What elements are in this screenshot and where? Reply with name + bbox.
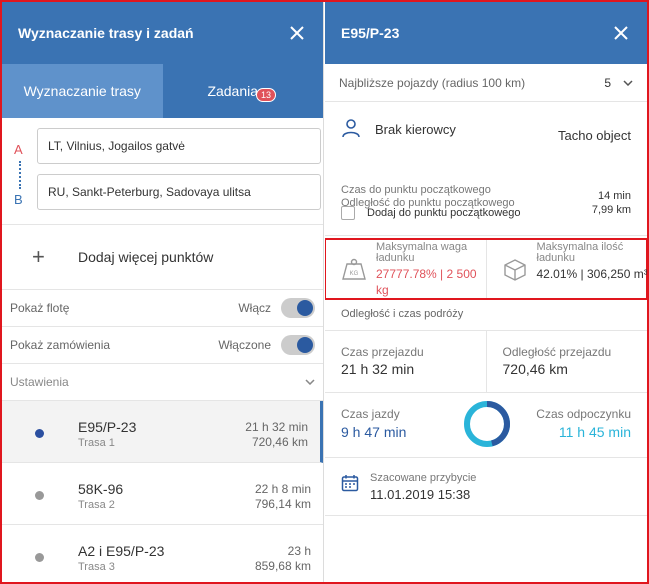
tab-label: Zadania [207, 83, 259, 99]
vehicle-time: 21 h 32 min [245, 420, 308, 434]
plus-icon: + [32, 244, 45, 269]
distance-to-start-value: 7,99 km [591, 204, 631, 216]
max-volume-cell: Maksymalna ilość ładunku 42.01% | 306,25… [487, 240, 647, 298]
arrival-label: Szacowane przybycie [370, 472, 477, 484]
time-to-start-value: 14 min [597, 190, 631, 202]
max-volume-label: Maksymalna ilość ładunku [536, 241, 624, 264]
show-fleet-label: Pokaż flotę [10, 301, 70, 315]
driving-rest-section: Czas jazdy 9 h 47 min Czas odpoczynku 11… [325, 393, 647, 458]
vehicle-dot-icon [35, 553, 44, 562]
calendar-icon [341, 475, 359, 492]
driving-time-value: 9 h 47 min [341, 424, 407, 440]
chevron-down-icon [305, 379, 315, 385]
travel-summary: Czas przejazdu 21 h 32 min Odległość prz… [325, 331, 647, 393]
add-to-start-label: Dodaj do punktu początkowego [367, 207, 521, 219]
settings-dropdown[interactable]: Ustawienia [2, 364, 323, 401]
driver-name: Brak kierowcy [375, 122, 456, 137]
vehicle-row[interactable]: A2 i E95/P-23 Trasa 3 23 h 859,68 km [2, 525, 323, 582]
route-points: A B LT, Vilnius, Jogailos gatvė RU, Sank… [2, 118, 323, 224]
svg-text:KG: KG [350, 271, 359, 277]
max-weight-cell: KG Maksymalna waga ładunku 27777.78% | 2… [326, 240, 487, 298]
travel-time-value: 21 h 32 min [341, 361, 415, 377]
rest-time-value: 11 h 45 min [558, 424, 631, 440]
vehicle-name: 58K-96 [78, 481, 124, 497]
max-volume-value: 42.01% | 306,250 m³ [536, 267, 648, 281]
show-fleet-row: Pokaż flotę Włącz [2, 290, 323, 327]
vehicle-details-title: E95/P-23 [341, 25, 400, 41]
vehicle-details-panel: E95/P-23 Najbliższe pojazdy (radius 100 … [325, 2, 647, 582]
vehicle-name: A2 i E95/P-23 [78, 543, 165, 559]
vehicle-row[interactable]: E95/P-23 Trasa 1 21 h 32 min 720,46 km [2, 401, 323, 463]
vehicle-distance: 796,14 km [254, 497, 311, 511]
point-b-marker: B [14, 192, 23, 207]
toggle-knob [297, 300, 313, 316]
show-orders-label: Pokaż zamówienia [10, 338, 111, 352]
rest-time-label: Czas odpoczynku [536, 407, 631, 421]
show-orders-toggle[interactable] [281, 335, 315, 355]
vehicle-dot-icon [35, 429, 44, 438]
arrival-section: Szacowane przybycie 11.01.2019 15:38 [325, 458, 647, 516]
chevron-down-icon [623, 79, 633, 86]
vehicle-time: 22 h 8 min [254, 482, 311, 496]
vehicle-dot-icon [35, 491, 44, 500]
nearest-vehicles-value: 5 [604, 75, 611, 90]
route-panel-title: Wyznaczanie trasy i zadań [18, 25, 194, 41]
tab-route-planning[interactable]: Wyznaczanie trasy [2, 64, 163, 118]
close-icon[interactable] [611, 23, 631, 43]
route-connector [19, 161, 21, 189]
driving-time-label: Czas jazdy [341, 407, 400, 421]
settings-label: Ustawienia [10, 375, 69, 389]
add-to-start-checkbox-row[interactable]: Dodaj do punktu początkowego [341, 206, 521, 220]
person-icon [342, 119, 360, 138]
travel-distance-label: Odległość przejazdu [502, 345, 612, 359]
capacity-section: KG Maksymalna waga ładunku 27777.78% | 2… [325, 238, 647, 300]
start-point-values: 14 min 7,99 km [592, 189, 631, 217]
route-panel-header: Wyznaczanie trasy i zadań [2, 2, 323, 64]
vehicle-distance: 859,68 km [254, 559, 311, 573]
max-weight-value: 27777.78% | 2 500 kg [376, 267, 477, 297]
vehicle-row[interactable]: 58K-96 Trasa 2 22 h 8 min 796,14 km [2, 463, 323, 525]
show-fleet-toggle[interactable] [281, 298, 315, 318]
toggle-knob [297, 337, 313, 353]
vehicle-route: Trasa 2 [78, 499, 115, 511]
travel-time-label: Czas przejazdu [341, 345, 424, 359]
box-icon [503, 259, 526, 281]
tabs: Wyznaczanie trasy Zadania 13 [2, 64, 323, 118]
show-fleet-state: Włącz [238, 301, 271, 315]
add-to-start-checkbox[interactable] [341, 206, 355, 220]
arrival-value: 11.01.2019 15:38 [370, 487, 471, 502]
route-panel: Wyznaczanie trasy i zadań Wyznaczanie tr… [2, 2, 324, 582]
tab-tasks[interactable]: Zadania 13 [163, 64, 324, 118]
point-a-input[interactable]: LT, Vilnius, Jogailos gatvė [37, 128, 321, 164]
vehicle-details-header: E95/P-23 [325, 2, 647, 64]
drive-rest-donut [464, 401, 510, 447]
travel-time-cell: Czas przejazdu 21 h 32 min [325, 331, 487, 392]
vehicle-distance: 720,46 km [251, 435, 308, 449]
weight-icon: KG [342, 258, 366, 280]
vehicle-route: Trasa 3 [78, 561, 115, 573]
distance-time-section-title: Odległość i czas podróży [325, 301, 647, 331]
nearest-vehicles-row[interactable]: Najbliższe pojazdy (radius 100 km) 5 [325, 64, 647, 102]
vehicle-route: Trasa 1 [78, 437, 115, 449]
max-weight-label: Maksymalna waga ładunku [376, 241, 468, 264]
tab-label: Wyznaczanie trasy [23, 83, 141, 99]
vehicle-name: E95/P-23 [78, 419, 137, 435]
travel-distance-value: 720,46 km [502, 361, 568, 377]
close-icon[interactable] [287, 23, 307, 43]
point-a-marker: A [14, 142, 23, 157]
nearest-vehicles-label: Najbliższe pojazdy (radius 100 km) [339, 75, 526, 90]
show-orders-row: Pokaż zamówienia Włączone [2, 327, 323, 364]
time-to-start-label: Czas do punktu początkowego [341, 184, 491, 196]
tacho-object: Tacho object [558, 128, 631, 143]
tasks-count-badge: 13 [256, 88, 277, 102]
travel-distance-cell: Odległość przejazdu 720,46 km [487, 331, 648, 392]
point-b-input[interactable]: RU, Sankt-Peterburg, Sadovaya ulitsa [37, 174, 321, 210]
vehicle-time: 23 h [287, 544, 311, 558]
show-orders-state: Włączone [218, 338, 271, 352]
add-points-button[interactable]: + Dodaj więcej punktów [2, 224, 323, 290]
add-points-label: Dodaj więcej punktów [78, 249, 214, 265]
